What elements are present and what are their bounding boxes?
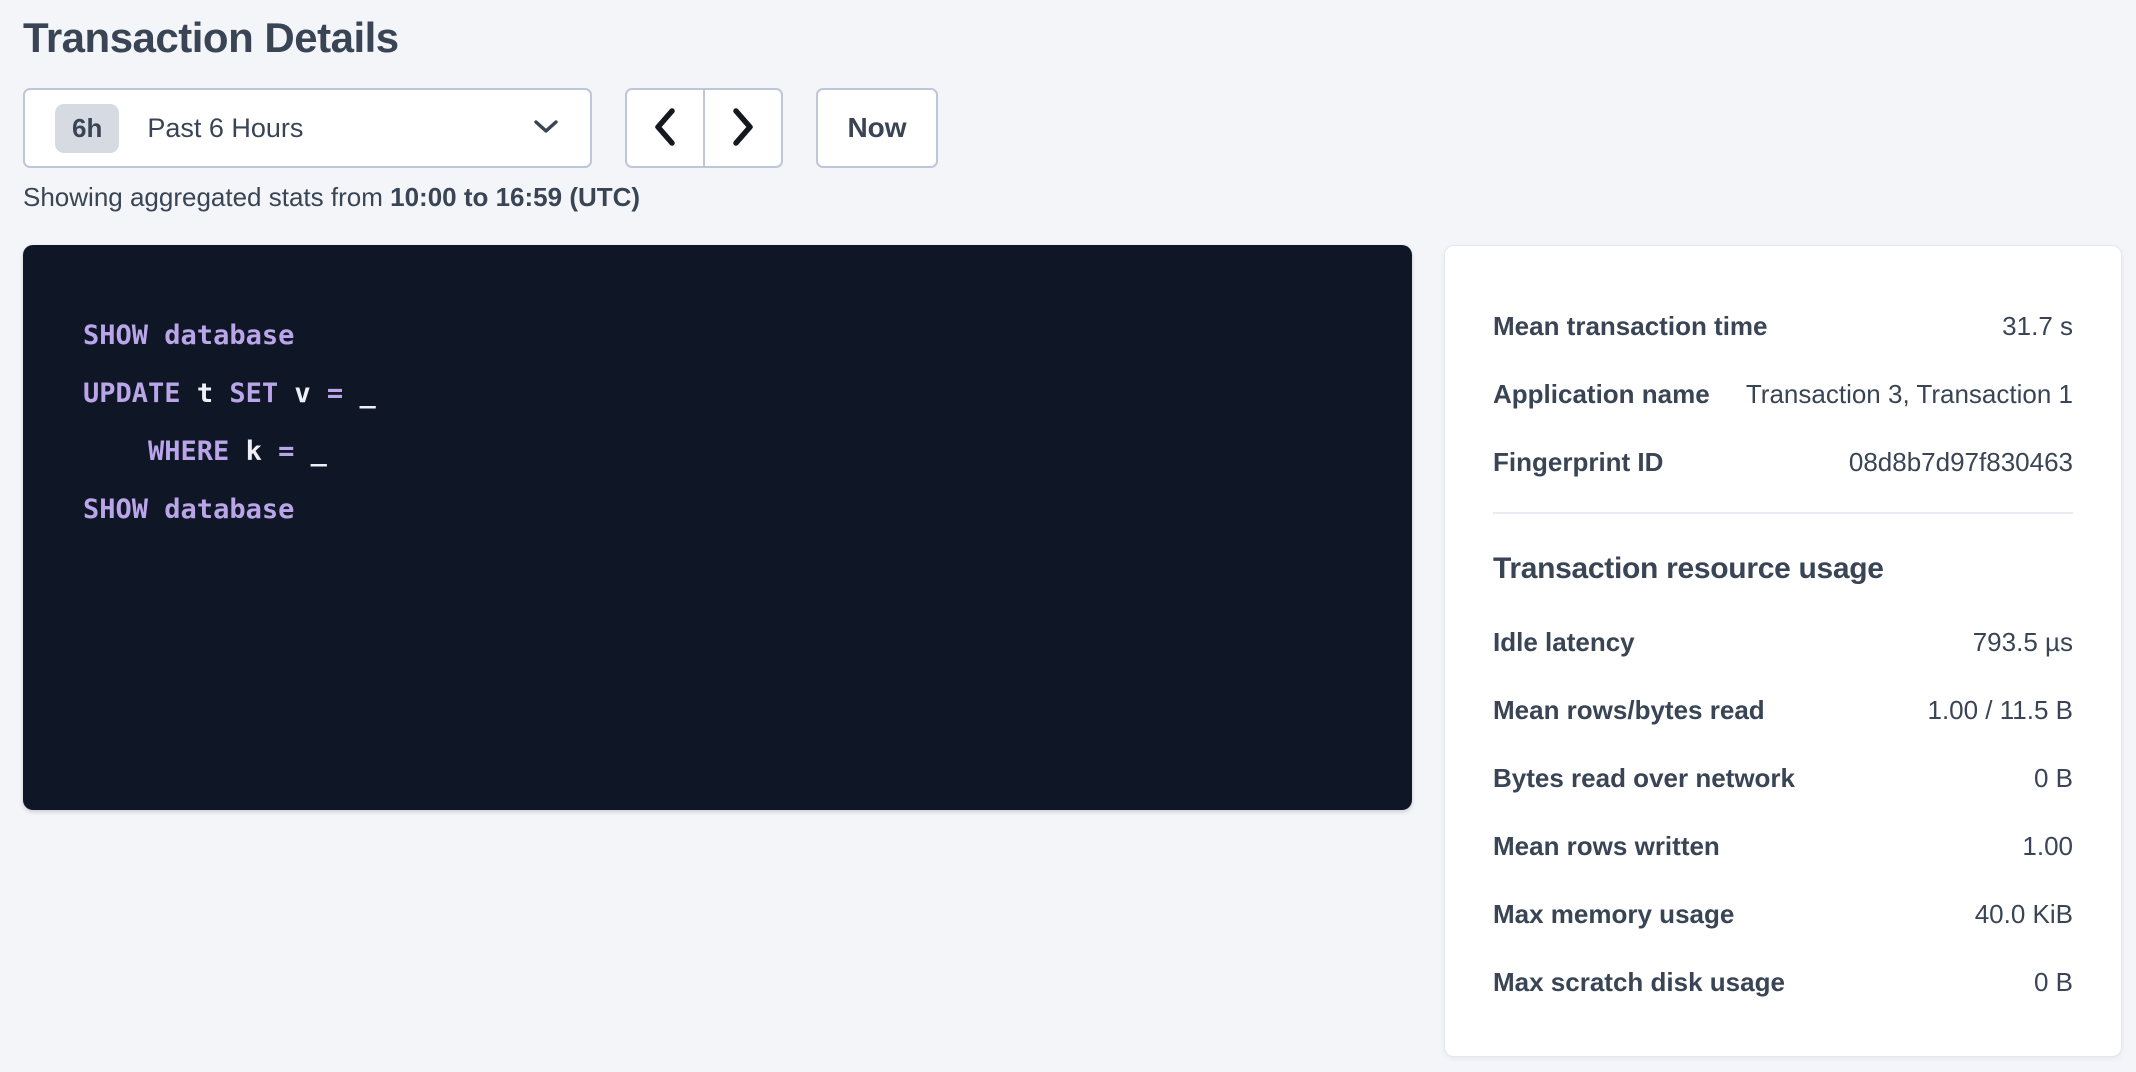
time-step-buttons: [625, 88, 783, 168]
sql-token: [278, 378, 294, 409]
sql-token: _: [311, 436, 327, 467]
sql-token: [148, 494, 164, 525]
sql-token: =: [327, 378, 343, 409]
stat-value: 0 B: [2034, 763, 2073, 794]
caption-time-range: 10:00 to 16:59 (UTC): [390, 182, 640, 212]
stat-row: Bytes read over network 0 B: [1493, 744, 2073, 812]
sql-token: t: [197, 378, 213, 409]
sql-token: v: [294, 378, 310, 409]
stat-value: 1.00: [2022, 831, 2073, 862]
sql-token: [343, 378, 359, 409]
stat-value: Transaction 3, Transaction 1: [1746, 379, 2073, 410]
sql-statement-box: SHOW databaseUPDATE t SET v = _ WHERE k …: [23, 245, 1412, 810]
stat-label: Idle latency: [1493, 627, 1635, 658]
stat-label: Max scratch disk usage: [1493, 967, 1785, 998]
transaction-details-card: Mean transaction time 31.7 s Application…: [1444, 245, 2122, 1057]
stat-value: 40.0 KiB: [1975, 899, 2073, 930]
stat-row: Max scratch disk usage 0 B: [1493, 948, 2073, 1016]
prev-time-button[interactable]: [625, 88, 705, 168]
stat-row: Idle latency 793.5 µs: [1493, 608, 2073, 676]
sql-token: SHOW: [83, 494, 148, 525]
sql-statement-text: SHOW databaseUPDATE t SET v = _ WHERE k …: [83, 307, 1352, 539]
aggregated-stats-caption: Showing aggregated stats from 10:00 to 1…: [23, 182, 640, 213]
sql-token: SET: [229, 378, 278, 409]
stat-label: Mean rows/bytes read: [1493, 695, 1765, 726]
chevron-left-icon: [652, 107, 678, 150]
stat-label: Fingerprint ID: [1493, 447, 1663, 478]
stat-value: 1.00 / 11.5 B: [1927, 695, 2073, 726]
resource-usage-heading: Transaction resource usage: [1493, 552, 2073, 586]
sql-token: [213, 378, 229, 409]
stat-row: Fingerprint ID 08d8b7d97f830463: [1493, 428, 2073, 496]
time-range-badge: 6h: [55, 104, 119, 153]
sql-token: [262, 436, 278, 467]
next-time-button[interactable]: [703, 88, 783, 168]
time-range-label: Past 6 Hours: [147, 113, 520, 144]
stat-label: Bytes read over network: [1493, 763, 1795, 794]
stat-value: 31.7 s: [2002, 311, 2073, 342]
sql-token: database: [164, 494, 294, 525]
sql-token: _: [359, 378, 375, 409]
sql-token: database: [164, 320, 294, 351]
stat-value: 793.5 µs: [1973, 627, 2073, 658]
summary-stats: Mean transaction time 31.7 s Application…: [1493, 292, 2073, 496]
sql-line: SHOW database: [83, 481, 1352, 539]
chevron-down-icon: [532, 117, 560, 140]
stat-row: Mean transaction time 31.7 s: [1493, 292, 2073, 360]
sql-line: SHOW database: [83, 307, 1352, 365]
time-range-select[interactable]: 6h Past 6 Hours: [23, 88, 592, 168]
resource-usage-stats: Idle latency 793.5 µs Mean rows/bytes re…: [1493, 608, 2073, 1016]
stat-row: Mean rows written 1.00: [1493, 812, 2073, 880]
now-button[interactable]: Now: [816, 88, 938, 168]
stat-row: Application name Transaction 3, Transact…: [1493, 360, 2073, 428]
stat-value: 08d8b7d97f830463: [1849, 447, 2073, 478]
sql-token: WHERE: [148, 436, 229, 467]
sql-token: [311, 378, 327, 409]
caption-prefix: Showing aggregated stats from: [23, 182, 390, 212]
stat-row: Max memory usage 40.0 KiB: [1493, 880, 2073, 948]
stat-label: Mean transaction time: [1493, 311, 1768, 342]
sql-token: [181, 378, 197, 409]
stat-value: 0 B: [2034, 967, 2073, 998]
page-title: Transaction Details: [23, 14, 399, 62]
sql-token: UPDATE: [83, 378, 181, 409]
transaction-details-page: Transaction Details 6h Past 6 Hours: [0, 0, 2136, 1072]
stat-label: Max memory usage: [1493, 899, 1734, 930]
sql-token: [83, 436, 148, 467]
sql-token: [229, 436, 245, 467]
sql-line: UPDATE t SET v = _: [83, 365, 1352, 423]
sql-token: k: [246, 436, 262, 467]
chevron-right-icon: [730, 107, 756, 150]
time-controls: 6h Past 6 Hours: [23, 88, 938, 168]
sql-token: SHOW: [83, 320, 148, 351]
sql-line: WHERE k = _: [83, 423, 1352, 481]
stat-label: Application name: [1493, 379, 1710, 410]
card-divider: [1493, 512, 2073, 514]
sql-token: [148, 320, 164, 351]
sql-token: =: [278, 436, 294, 467]
stat-row: Mean rows/bytes read 1.00 / 11.5 B: [1493, 676, 2073, 744]
stat-label: Mean rows written: [1493, 831, 1720, 862]
sql-token: [294, 436, 310, 467]
